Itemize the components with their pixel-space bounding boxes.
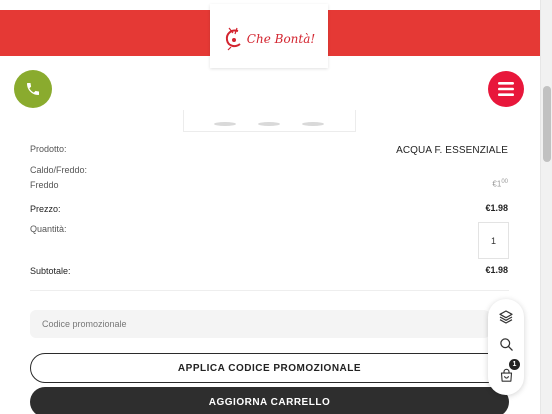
option-value: Freddo — [30, 180, 59, 190]
product-label: Prodotto: — [30, 144, 67, 154]
logo-mark-icon — [225, 27, 241, 51]
scrollbar[interactable] — [540, 0, 552, 414]
menu-button[interactable] — [488, 71, 524, 107]
cart-page: Che Bontà! Prodotto: ACQUA F. ESSENZIALE… — [0, 0, 552, 414]
update-cart-button[interactable]: AGGIORNA CARRELLO — [30, 387, 509, 414]
option-label: Caldo/Freddo: — [30, 165, 88, 175]
layers-button[interactable] — [496, 307, 516, 327]
layers-icon — [499, 310, 513, 324]
quantity-label: Quantità: — [30, 224, 67, 234]
divider — [30, 290, 509, 291]
logo-card[interactable]: Che Bontà! — [210, 4, 328, 68]
promo-code-input[interactable] — [30, 310, 490, 338]
option-price: €100 — [492, 179, 508, 189]
subtotal-value: €1.98 — [485, 265, 508, 275]
hamburger-menu-icon — [498, 82, 514, 96]
logo-text: Che Bontà! — [246, 32, 316, 46]
side-toolbar: 1 — [488, 299, 524, 395]
phone-button[interactable] — [14, 70, 52, 108]
cart-icon — [500, 368, 512, 382]
subtotal-label: Subtotale: — [30, 266, 71, 276]
logo: Che Bontà! — [223, 27, 315, 51]
scrollbar-thumb[interactable] — [543, 86, 551, 162]
cart-button[interactable]: 1 — [496, 359, 520, 385]
product-image — [183, 110, 356, 132]
search-icon — [499, 337, 513, 351]
apply-promo-button[interactable]: APPLICA CODICE PROMOZIONALE — [30, 353, 509, 383]
cart-count-badge: 1 — [509, 359, 520, 370]
product-value: ACQUA F. ESSENZIALE — [396, 145, 508, 156]
quantity-input[interactable]: 1 — [478, 222, 509, 259]
price-value: €1.98 — [485, 203, 508, 213]
price-label: Prezzo: — [30, 204, 61, 214]
search-button[interactable] — [496, 334, 516, 354]
phone-icon — [27, 83, 39, 95]
